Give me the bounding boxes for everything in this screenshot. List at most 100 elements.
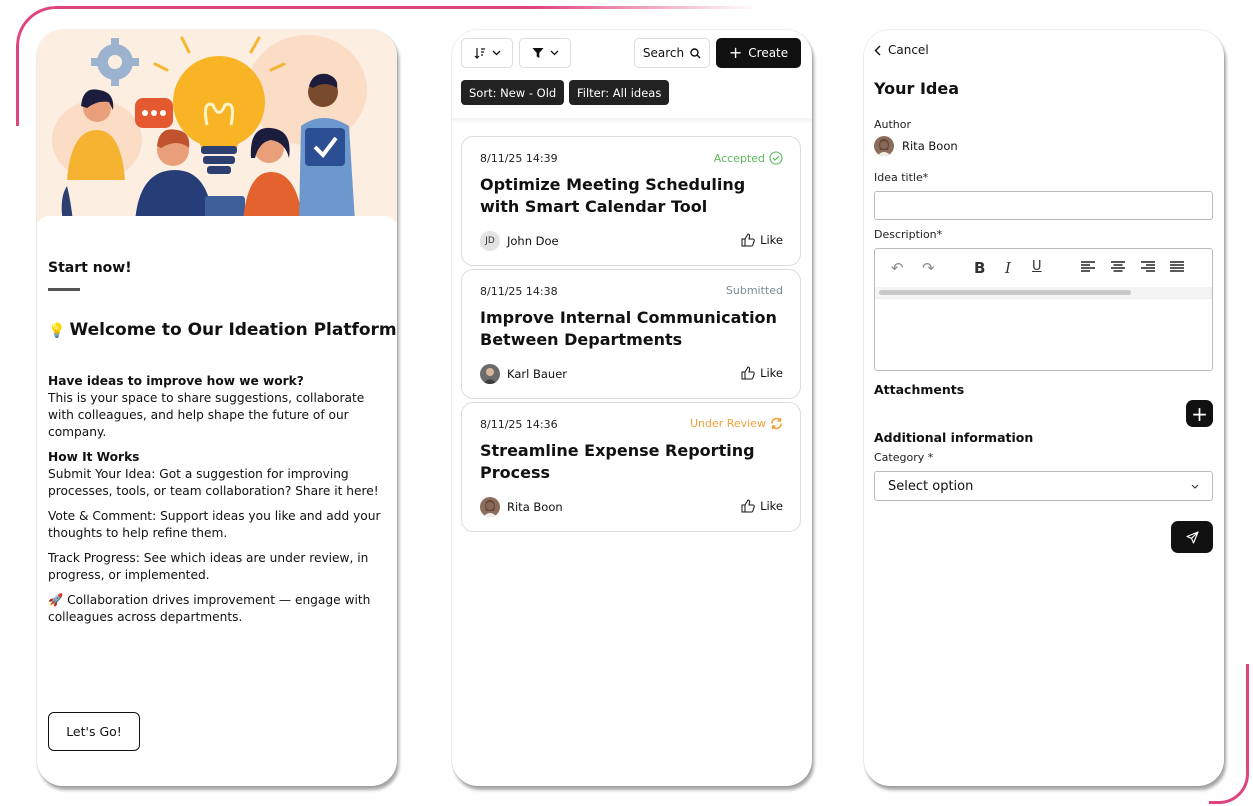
category-label: Category *: [874, 451, 934, 464]
idea-date: 8/11/25 14:38: [480, 285, 558, 298]
cancel-button[interactable]: Cancel: [874, 43, 929, 57]
like-label: Like: [760, 233, 783, 247]
author-name: Rita Boon: [507, 500, 563, 514]
filter-button[interactable]: [519, 38, 571, 68]
toolbar-scrollbar[interactable]: [879, 290, 1131, 295]
avatar: [480, 497, 500, 517]
additional-info-heading: Additional information: [874, 430, 1034, 445]
heading-underline: [48, 288, 80, 291]
gear-icon: [91, 38, 139, 86]
chevron-down-icon: [492, 50, 500, 56]
align-right-icon[interactable]: [1141, 259, 1155, 277]
idea-card[interactable]: 8/11/25 14:38 Submitted Improve Internal…: [461, 269, 801, 399]
rocket-icon: 🚀: [48, 593, 68, 607]
status-label: Under Review: [689, 417, 766, 430]
filter-chip[interactable]: Filter: All ideas: [569, 80, 670, 105]
author-name: Karl Bauer: [507, 367, 567, 381]
like-button[interactable]: Like: [741, 366, 783, 380]
page-title: Your Idea: [874, 79, 960, 98]
person-icon: [483, 499, 497, 517]
thumbs-up-icon: [741, 233, 755, 247]
chevron-down-icon: [550, 50, 558, 56]
plus-icon: +: [1191, 401, 1208, 426]
idea-author: JD John Doe: [480, 231, 559, 251]
redo-icon[interactable]: ↷: [922, 259, 935, 277]
collaboration-text: 🚀 Collaboration drives improvement — eng…: [48, 592, 388, 626]
welcome-title-text: Welcome to Our Ideation Platform!: [69, 320, 397, 340]
idea-author: Karl Bauer: [480, 364, 567, 384]
person-icon: [483, 368, 497, 384]
create-button[interactable]: + Create: [716, 38, 801, 68]
plus-icon: +: [728, 43, 743, 62]
idea-author: Rita Boon: [480, 497, 563, 517]
status-badge: Accepted: [714, 151, 783, 165]
editor-toolbar: ↶ ↷ B I U: [875, 249, 1212, 287]
sort-button[interactable]: [461, 38, 513, 68]
search-label: Search: [642, 46, 685, 60]
description-label: Description*: [874, 228, 943, 241]
avatar: [874, 136, 894, 156]
intro-body: Have ideas to improve how we work? This …: [48, 373, 388, 626]
person-icon: [877, 138, 891, 156]
list-divider: [452, 118, 812, 124]
how-it-works-heading: How It Works: [48, 450, 140, 464]
like-label: Like: [760, 499, 783, 513]
align-justify-icon[interactable]: [1170, 259, 1184, 277]
search-button[interactable]: Search: [634, 38, 710, 68]
description-editor[interactable]: ↶ ↷ B I U: [874, 248, 1213, 371]
avatar: JD: [480, 231, 500, 251]
align-center-icon[interactable]: [1111, 259, 1125, 277]
author-name: Rita Boon: [902, 139, 958, 153]
avatar: [480, 364, 500, 384]
filter-icon: [532, 48, 543, 58]
status-badge: Submitted: [726, 284, 783, 297]
start-now-heading: Start now!: [48, 260, 132, 276]
idea-title: Improve Internal Communication Between D…: [480, 308, 777, 349]
new-idea-form-screen: Cancel Your Idea Author Rita Boon Idea t…: [864, 30, 1224, 786]
intro-text: This is your space to share suggestions,…: [48, 391, 365, 439]
author-label: Author: [874, 118, 912, 131]
step-vote: Vote & Comment: Support ideas you like a…: [48, 509, 381, 540]
italic-icon[interactable]: I: [1005, 259, 1011, 277]
idea-date: 8/11/25 14:36: [480, 418, 558, 431]
welcome-title: 💡 Welcome to Our Ideation Platform!: [48, 320, 397, 340]
idea-card[interactable]: 8/11/25 14:36 Under Review Streamline Ex…: [461, 402, 801, 532]
ideas-list-screen: Search + Create Sort: New - Old Filter: …: [452, 30, 812, 786]
lets-go-button[interactable]: Let's Go!: [48, 712, 140, 751]
like-label: Like: [760, 366, 783, 380]
submit-button[interactable]: [1171, 521, 1213, 553]
chevron-down-icon: [1191, 484, 1199, 489]
like-button[interactable]: Like: [741, 233, 783, 247]
hero-illustration: [37, 30, 397, 222]
welcome-screen: Start now! 💡 Welcome to Our Ideation Plat…: [37, 30, 397, 786]
step-submit: Submit Your Idea: Got a suggestion for i…: [48, 467, 379, 498]
underline-icon[interactable]: U: [1032, 259, 1042, 274]
status-badge: Under Review: [690, 417, 783, 430]
idea-title-input[interactable]: [874, 191, 1213, 220]
chevron-left-icon: [874, 45, 881, 55]
align-left-icon[interactable]: [1081, 259, 1095, 277]
step-track: Track Progress: See which ideas are unde…: [48, 551, 369, 582]
send-icon: [1185, 530, 1199, 544]
sort-chip[interactable]: Sort: New - Old: [461, 80, 565, 105]
author-value: Rita Boon: [874, 136, 958, 156]
sort-icon: [474, 48, 485, 59]
category-select[interactable]: Select option: [874, 471, 1213, 501]
author-name: John Doe: [507, 234, 559, 248]
lightbulb-icon: 💡: [48, 323, 66, 339]
idea-title-label: Idea title*: [874, 171, 929, 184]
idea-card[interactable]: 8/11/25 14:39 Accepted Optimize Meeting …: [461, 136, 801, 266]
category-selected-value: Select option: [888, 478, 974, 494]
search-icon: [690, 47, 701, 58]
status-label: Accepted: [713, 151, 765, 165]
like-button[interactable]: Like: [741, 499, 783, 513]
welcome-content: Start now! 💡 Welcome to Our Ideation Plat…: [37, 216, 397, 786]
create-label: Create: [748, 46, 789, 60]
bold-icon[interactable]: B: [974, 259, 985, 277]
undo-icon[interactable]: ↶: [891, 259, 904, 277]
add-attachment-button[interactable]: +: [1186, 400, 1213, 427]
cancel-label: Cancel: [888, 43, 929, 57]
thumbs-up-icon: [741, 366, 755, 380]
idea-date: 8/11/25 14:39: [480, 152, 558, 165]
intro-heading: Have ideas to improve how we work?: [48, 374, 304, 388]
